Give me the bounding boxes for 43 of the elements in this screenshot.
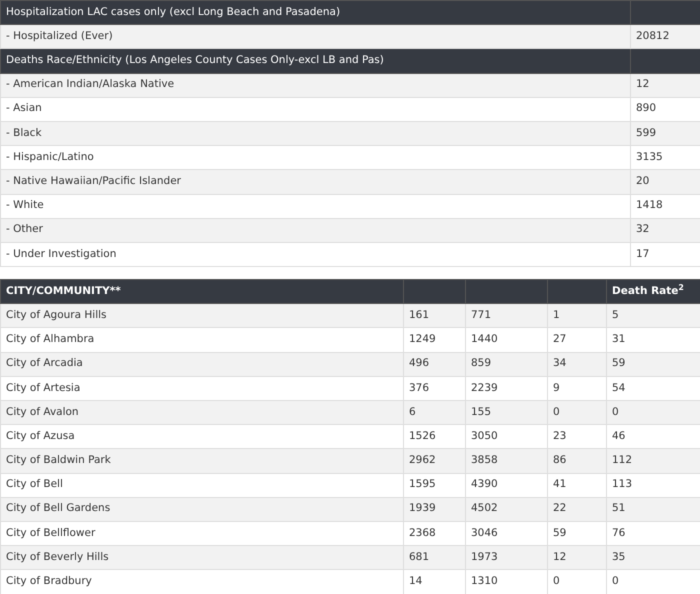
table-cell: 1595 xyxy=(404,473,466,498)
table-cell: 1973 xyxy=(466,546,548,570)
table-cell: 161 xyxy=(404,304,466,328)
table-cell: 1939 xyxy=(404,497,466,522)
table-cell: 496 xyxy=(404,352,466,376)
city-name: City of Avalon xyxy=(0,400,404,425)
table-cell: 859 xyxy=(466,352,548,376)
row-label: - American Indian/Alaska Native xyxy=(0,73,630,98)
table-cell: 3858 xyxy=(466,448,548,474)
table-cell: 1 xyxy=(548,304,606,328)
table-cell: 27 xyxy=(548,328,606,352)
section-heading: Deaths Race/Ethnicity (Los Angeles County Cases Only-excl LB and Pas) xyxy=(0,48,630,74)
city-name: City of Arcadia xyxy=(0,352,404,376)
section-heading: Hospitalization LAC cases only (excl Long Beach and Pasadena) xyxy=(0,0,630,25)
table-cell: 4390 xyxy=(466,473,548,498)
city-name: City of Beverly Hills xyxy=(0,546,404,570)
row-label: - Asian xyxy=(0,97,630,122)
table-cell: 2962 xyxy=(404,448,466,474)
column-header: CITY/COMMUNITY** xyxy=(0,280,404,304)
city-name: City of Baldwin Park xyxy=(0,448,404,474)
row-label: - Native Hawaiian/Pacific Islander xyxy=(0,170,630,194)
table-cell: 22 xyxy=(548,497,606,522)
city-name: City of Bell Gardens xyxy=(0,497,404,522)
city-name: City of Agoura Hills xyxy=(0,304,404,328)
table-cell: 155 xyxy=(466,400,548,425)
table-cell: 771 xyxy=(466,304,548,328)
row-label: - Under Investigation xyxy=(0,242,630,267)
row-label: - White xyxy=(0,194,630,218)
table-cell: 6 xyxy=(404,400,466,425)
table-cell: 86 xyxy=(548,448,606,474)
table-cell: 12 xyxy=(548,546,606,570)
city-name: City of Bell xyxy=(0,473,404,498)
table-cell: 1249 xyxy=(404,328,466,352)
city-name: City of Alhambra xyxy=(0,328,404,352)
table-cell: 1440 xyxy=(466,328,548,352)
table-cell: 34 xyxy=(548,352,606,376)
table-cell: 4502 xyxy=(466,497,548,522)
table-cell: 41 xyxy=(548,473,606,498)
table-cell: 0 xyxy=(548,400,606,425)
row-label: - Other xyxy=(0,218,630,242)
table-cell: 681 xyxy=(404,546,466,570)
city-name: City of Bradbury xyxy=(0,570,404,594)
row-label: - Black xyxy=(0,121,630,146)
